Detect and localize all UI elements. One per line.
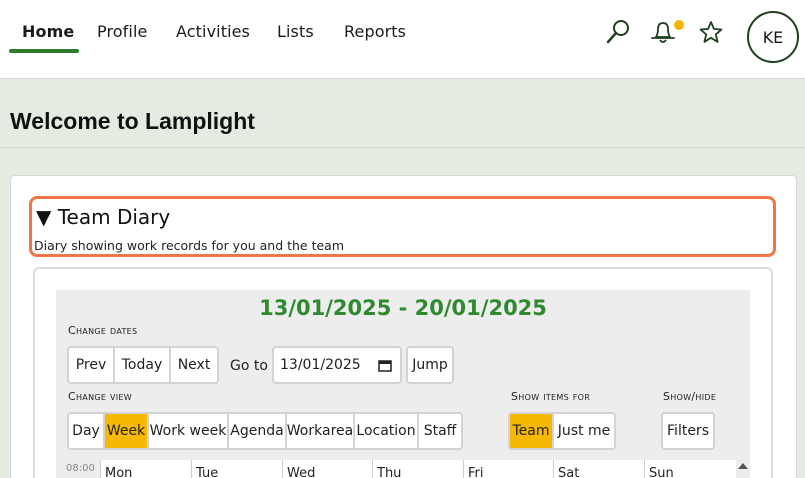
nav-reports[interactable]: Reports	[344, 22, 406, 41]
day-column[interactable]: Sat	[553, 460, 644, 478]
nav-home[interactable]: Home	[22, 22, 74, 41]
view-day-button[interactable]: Day	[67, 412, 105, 450]
nav-activities[interactable]: Activities	[176, 22, 250, 41]
scroll-up-arrow[interactable]	[738, 463, 748, 469]
change-dates-label: Change dates	[68, 324, 138, 337]
show-hide-label: Show/hide	[663, 390, 717, 403]
page-title: Welcome to Lamplight	[10, 108, 255, 134]
view-location-button[interactable]: Location	[353, 412, 419, 450]
diary-description: Diary showing work records for you and t…	[34, 238, 345, 253]
show-just-me-button[interactable]: Just me	[552, 412, 616, 450]
calendar-area: 13/01/2025 - 20/01/2025 Change dates Pre…	[56, 290, 750, 478]
day-column[interactable]: Wed	[282, 460, 372, 478]
show-team-button[interactable]: Team	[508, 412, 554, 450]
jump-button[interactable]: Jump	[406, 346, 454, 384]
day-column[interactable]: Mon	[100, 460, 192, 478]
nav-lists[interactable]: Lists	[277, 22, 314, 41]
calendar-grid-header: 08:00 Mon Tue Wed Thu Fri Sat Sun	[56, 460, 750, 478]
nav-profile[interactable]: Profile	[97, 22, 147, 41]
today-button[interactable]: Today	[113, 346, 171, 384]
show-items-label: Show items for	[511, 390, 591, 403]
top-navigation: Home Profile Activities Lists Reports KE	[0, 0, 805, 79]
star-icon[interactable]	[696, 17, 726, 47]
view-staff-button[interactable]: Staff	[417, 412, 463, 450]
avatar[interactable]: KE	[747, 11, 799, 63]
team-diary-header[interactable]: ▼ Team Diary Diary showing work records …	[29, 196, 776, 257]
goto-label: Go to	[230, 358, 268, 374]
welcome-banner: Welcome to Lamplight	[0, 80, 805, 148]
change-view-label: Change view	[68, 390, 133, 403]
goto-date-input[interactable]: 13/01/2025	[272, 346, 402, 384]
day-column[interactable]: Sun	[644, 460, 736, 478]
day-column[interactable]: Tue	[191, 460, 282, 478]
view-workarea-button[interactable]: Workarea	[285, 412, 355, 450]
calendar-icon[interactable]	[378, 359, 392, 372]
filters-button[interactable]: Filters	[661, 412, 715, 450]
diary-title[interactable]: ▼ Team Diary	[36, 205, 170, 229]
view-work-week-button[interactable]: Work week	[147, 412, 229, 450]
time-label: 08:00	[66, 463, 95, 474]
day-column[interactable]: Thu	[372, 460, 463, 478]
nav-active-indicator	[9, 49, 79, 53]
search-icon[interactable]	[604, 17, 634, 47]
view-agenda-button[interactable]: Agenda	[227, 412, 287, 450]
next-button[interactable]: Next	[169, 346, 219, 384]
bell-icon[interactable]	[648, 17, 678, 47]
view-week-button[interactable]: Week	[103, 412, 149, 450]
prev-button[interactable]: Prev	[67, 346, 115, 384]
date-range: 13/01/2025 - 20/01/2025	[259, 296, 547, 320]
day-column[interactable]: Fri	[463, 460, 553, 478]
goto-date-value: 13/01/2025	[280, 357, 361, 373]
notification-dot	[674, 20, 684, 30]
